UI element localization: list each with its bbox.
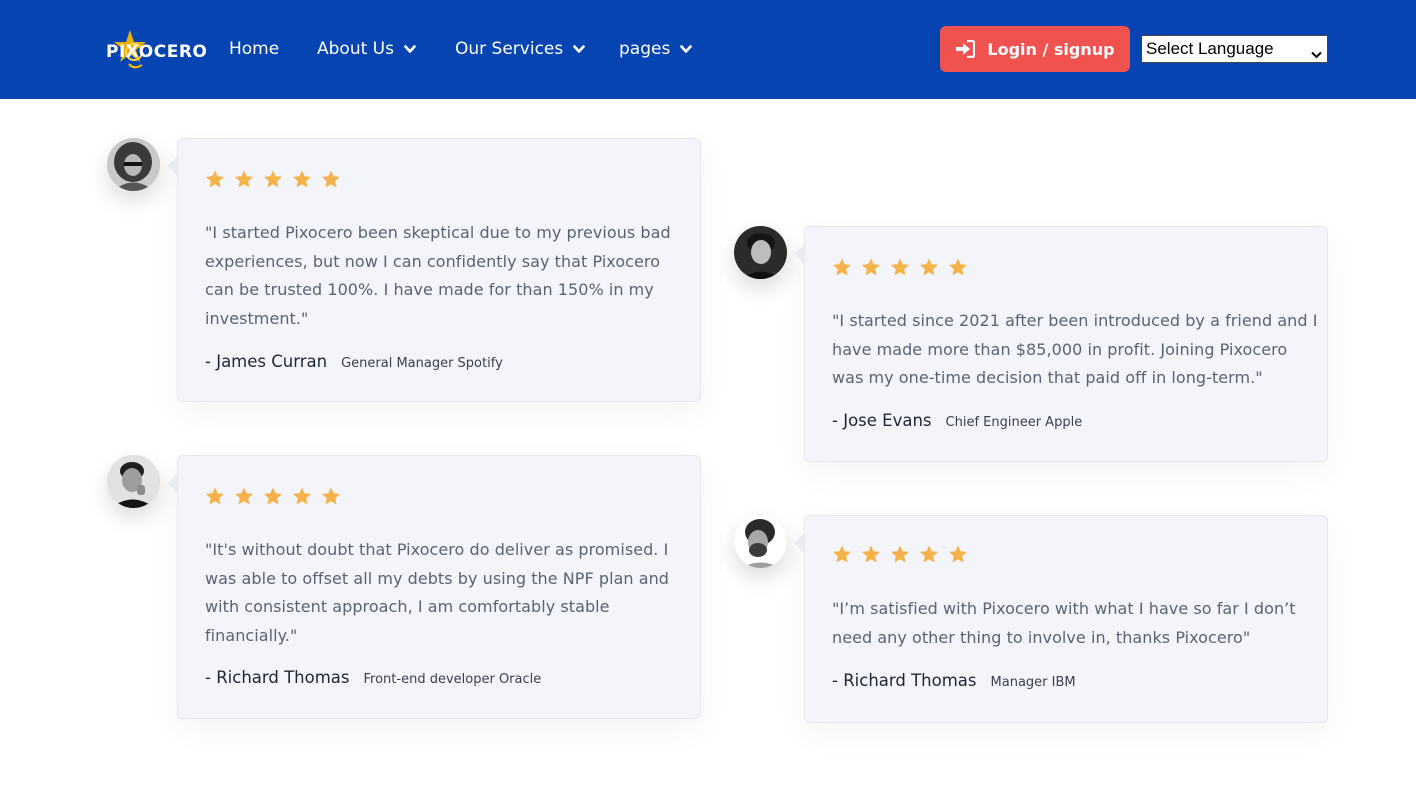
star-icon <box>862 545 880 563</box>
nav-pages[interactable]: pages <box>619 37 693 61</box>
nav-home-label: Home <box>229 39 280 59</box>
star-icon <box>293 170 311 188</box>
quote-line: can be trusted 100%. I have made for tha… <box>205 280 654 299</box>
star-icon <box>264 487 282 505</box>
star-icon <box>322 487 340 505</box>
author-role: Chief Engineer Apple <box>945 415 1083 430</box>
logo-text: PIXOCERO <box>106 42 208 62</box>
testimonial-card: "I started since 2021 after been introdu… <box>804 226 1328 462</box>
star-icon <box>264 170 282 188</box>
testimonial-author: - Richard Thomas Manager IBM <box>832 671 1076 690</box>
language-select-value: Select Language <box>1146 39 1274 58</box>
star-icon <box>293 487 311 505</box>
quote-line: "I’m satisfied with Pixocero with what I… <box>832 599 1296 618</box>
star-icon <box>891 258 909 276</box>
star-icon <box>833 258 851 276</box>
testimonial-card: "I started Pixocero been skeptical due t… <box>177 138 701 402</box>
star-icon <box>891 545 909 563</box>
star-icon <box>206 487 224 505</box>
quote-line: experiences, but now I can confidently s… <box>205 251 661 271</box>
chevron-down-icon <box>680 44 693 54</box>
star-icon <box>206 170 224 188</box>
star-icon <box>833 545 851 563</box>
nav-about-us-label: About Us <box>317 39 394 59</box>
testimonial-quote: "I’m satisfied with Pixocero with what I… <box>832 595 1296 652</box>
chevron-down-icon <box>573 44 586 54</box>
avatar-richard-thomas <box>734 515 787 568</box>
quote-line: need any other thing to involve in, than… <box>832 627 1251 647</box>
rating-stars <box>832 545 968 564</box>
nav-about-us[interactable]: About Us <box>317 37 416 61</box>
testimonial-author: - Richard Thomas Front-end developer Ora… <box>205 668 541 687</box>
author-role: Manager IBM <box>990 675 1076 690</box>
star-icon <box>949 258 967 276</box>
author-name: - Jose Evans <box>832 411 932 430</box>
pixocero-logo[interactable]: PIXOCERO <box>106 28 207 70</box>
quote-line: with consistent approach, I am comfortab… <box>205 597 610 616</box>
author-role: Front-end developer Oracle <box>363 672 542 687</box>
rating-stars <box>205 487 341 506</box>
nav-our-services-label: Our Services <box>455 39 564 59</box>
author-name: - James Curran <box>205 352 328 371</box>
sign-in-icon <box>955 40 976 58</box>
login-signup-label: Login / signup <box>987 39 1115 59</box>
star-icon <box>920 258 938 276</box>
author-name: - Richard Thomas <box>205 668 350 687</box>
star-icon <box>920 545 938 563</box>
star-icon <box>949 545 967 563</box>
quote-line: have made more than $85,000 in profit. J… <box>832 339 1288 359</box>
quote-line: financially." <box>205 625 298 645</box>
login-signup-button[interactable]: Login / signup <box>940 26 1130 72</box>
language-select[interactable]: Select Language <box>1141 35 1328 63</box>
star-icon <box>862 258 880 276</box>
avatar-richard-thomas <box>107 455 160 508</box>
star-icon <box>235 487 253 505</box>
testimonial-author: - James Curran General Manager Spotify <box>205 352 503 371</box>
star-icon <box>322 170 340 188</box>
star-icon <box>235 170 253 188</box>
chevron-down-icon <box>1311 44 1322 64</box>
nav-pages-label: pages <box>619 39 671 59</box>
nav-our-services[interactable]: Our Services <box>455 37 586 61</box>
person-photo-icon <box>734 226 787 279</box>
quote-line: investment." <box>205 308 309 328</box>
testimonial-quote: "It's without doubt that Pixocero do del… <box>205 536 669 650</box>
top-navbar: PIXOCERO Home About Us Our Services page… <box>0 0 1416 99</box>
quote-line: was able to offset all my debts by using… <box>205 568 670 588</box>
rating-stars <box>205 170 341 189</box>
avatar-james-curran <box>107 138 160 191</box>
testimonial-quote: "I started Pixocero been skeptical due t… <box>205 219 671 333</box>
quote-line: "It's without doubt that Pixocero do del… <box>205 540 669 559</box>
nav-home[interactable]: Home <box>229 37 279 61</box>
person-photo-icon <box>107 138 160 191</box>
quote-line: "I started Pixocero been skeptical due t… <box>205 223 671 242</box>
testimonial-card: "I’m satisfied with Pixocero with what I… <box>804 515 1328 723</box>
quote-line: "I started since 2021 after been introdu… <box>832 311 1318 330</box>
quote-line: was my one-time decision that paid off i… <box>832 368 1263 387</box>
testimonial-card: "It's without doubt that Pixocero do del… <box>177 455 701 719</box>
testimonial-quote: "I started since 2021 after been introdu… <box>832 307 1317 393</box>
rating-stars <box>832 258 968 277</box>
author-name: - Richard Thomas <box>832 671 977 690</box>
author-role: General Manager Spotify <box>341 356 503 371</box>
avatar-jose-evans <box>734 226 787 279</box>
person-photo-icon <box>107 455 160 508</box>
chevron-down-icon <box>404 44 416 54</box>
testimonial-author: - Jose Evans Chief Engineer Apple <box>832 411 1082 430</box>
person-photo-icon <box>734 515 787 568</box>
